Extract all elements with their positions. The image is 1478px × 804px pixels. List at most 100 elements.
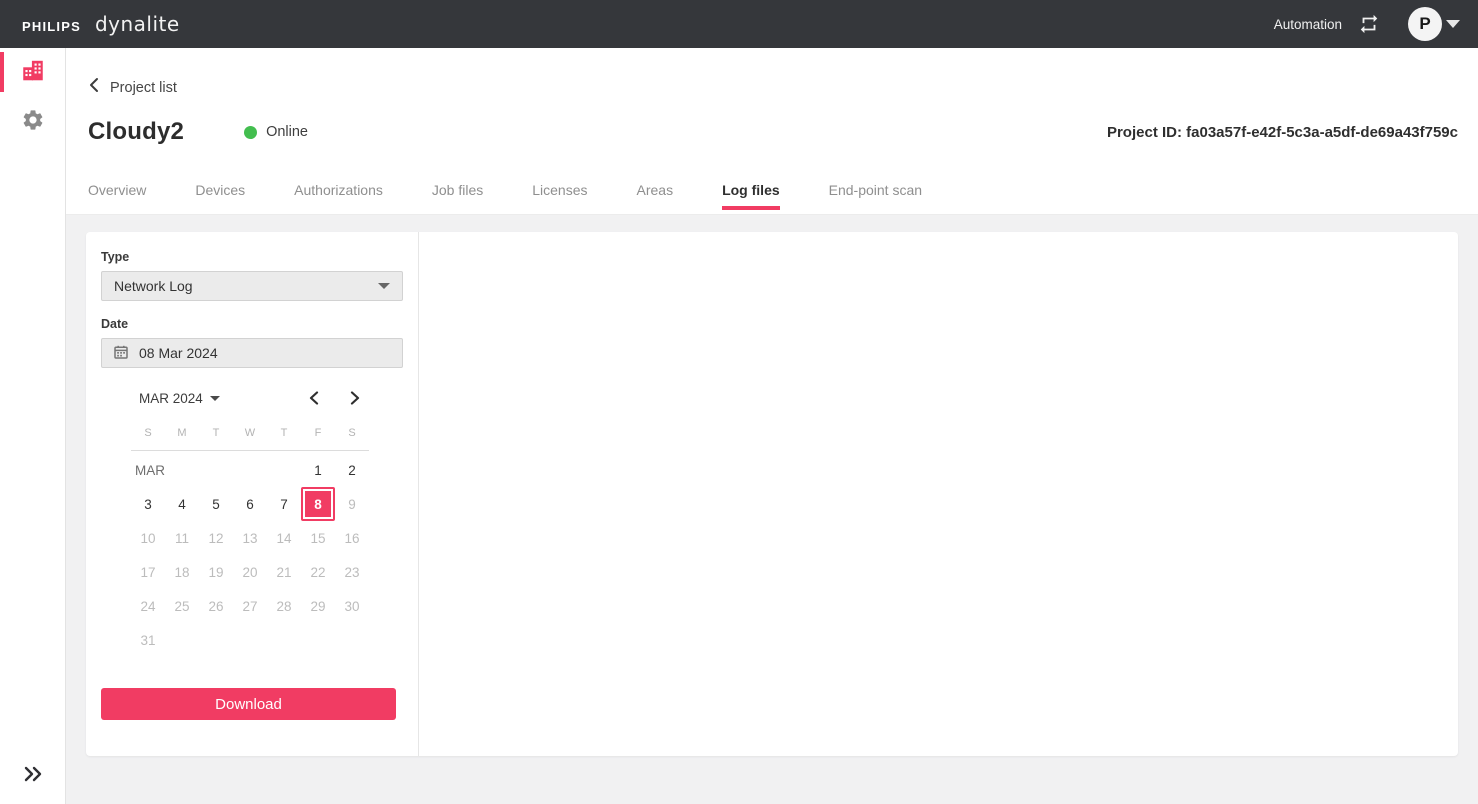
avatar[interactable]: P xyxy=(1408,7,1442,41)
calendar-divider xyxy=(131,450,369,451)
calendar-day[interactable]: 7 xyxy=(267,487,301,521)
calendar-day: 22 xyxy=(301,555,335,589)
date-value: 08 Mar 2024 xyxy=(139,345,218,361)
sidebar-expand-button[interactable] xyxy=(0,760,65,792)
chevron-down-icon xyxy=(378,283,390,289)
calendar-day: 13 xyxy=(233,521,267,555)
weekday-label: T xyxy=(199,420,233,446)
dynalite-wordmark: dynalite xyxy=(95,12,180,36)
calendar-weekday-header: S M T W T F S xyxy=(131,420,369,446)
sidebar-item-settings[interactable] xyxy=(0,98,65,146)
weekday-label: M xyxy=(165,420,199,446)
calendar-day: 10 xyxy=(131,521,165,555)
calendar-day: 9 xyxy=(335,487,369,521)
calendar-empty-cell xyxy=(165,453,199,487)
calendar-empty-cell xyxy=(233,453,267,487)
status-badge: Online xyxy=(244,124,308,140)
date-input[interactable]: 08 Mar 2024 xyxy=(101,338,403,368)
calendar-day: 16 xyxy=(335,521,369,555)
calendar-day[interactable]: 1 xyxy=(301,453,335,487)
calendar-day[interactable]: 5 xyxy=(199,487,233,521)
page-title: Cloudy2 xyxy=(88,118,184,146)
calendar-empty-cell: MAR xyxy=(131,453,165,487)
tab-licenses[interactable]: Licenses xyxy=(532,182,587,214)
date-field-label: Date xyxy=(101,317,403,331)
weekday-label: F xyxy=(301,420,335,446)
calendar-day: 15 xyxy=(301,521,335,555)
calendar-day[interactable]: 2 xyxy=(335,453,369,487)
download-button[interactable]: Download xyxy=(101,688,396,720)
calendar-day: 30 xyxy=(335,589,369,623)
calendar-day[interactable]: 4 xyxy=(165,487,199,521)
calendar-empty-cell xyxy=(267,453,301,487)
calendar-empty-cell xyxy=(199,453,233,487)
calendar-empty-cell xyxy=(267,623,301,657)
calendar-day[interactable]: 3 xyxy=(131,487,165,521)
tab-devices[interactable]: Devices xyxy=(195,182,245,214)
type-field-label: Type xyxy=(101,250,403,264)
calendar-prev-month-button[interactable] xyxy=(302,386,326,410)
tab-overview[interactable]: Overview xyxy=(88,182,146,214)
calendar-grid: MAR1234567891011121314151617181920212223… xyxy=(131,453,369,657)
repeat-icon[interactable] xyxy=(1358,13,1380,35)
chevron-down-icon[interactable] xyxy=(1446,20,1460,28)
calendar-day: 14 xyxy=(267,521,301,555)
back-link-label[interactable]: Project list xyxy=(110,80,177,96)
calendar-widget: MAR 2024 S M T W T F S xyxy=(131,382,369,657)
tab-authorizations[interactable]: Authorizations xyxy=(294,182,383,214)
calendar-empty-cell xyxy=(233,623,267,657)
log-filter-panel: Type Network Log Date 08 Mar 2 xyxy=(86,232,419,756)
brand-logo: PHILIPS dynalite xyxy=(22,12,180,36)
page-header: Project list Cloudy2 Online Project ID: … xyxy=(66,48,1478,215)
tab-areas[interactable]: Areas xyxy=(637,182,674,214)
tab-end-point-scan[interactable]: End-point scan xyxy=(829,182,922,214)
calendar-day[interactable]: 6 xyxy=(233,487,267,521)
automation-label: Automation xyxy=(1274,17,1342,32)
calendar-day: 25 xyxy=(165,589,199,623)
buildings-icon xyxy=(20,57,46,88)
online-status-label: Online xyxy=(266,124,308,140)
calendar-day: 18 xyxy=(165,555,199,589)
log-files-panel: Type Network Log Date 08 Mar 2 xyxy=(86,232,1458,756)
tab-job-files[interactable]: Job files xyxy=(432,182,483,214)
calendar-day: 27 xyxy=(233,589,267,623)
calendar-day: 21 xyxy=(267,555,301,589)
log-files-content-area xyxy=(419,232,1458,756)
calendar-day: 12 xyxy=(199,521,233,555)
calendar-empty-cell xyxy=(335,623,369,657)
topbar: PHILIPS dynalite Automation P xyxy=(0,0,1478,48)
calendar-empty-cell xyxy=(199,623,233,657)
double-chevron-right-icon xyxy=(22,764,44,789)
calendar-next-month-button[interactable] xyxy=(343,386,367,410)
online-status-dot xyxy=(244,126,257,139)
calendar-day: 17 xyxy=(131,555,165,589)
tab-bar: Overview Devices Authorizations Job file… xyxy=(88,182,922,214)
calendar-day-selected[interactable]: 8 xyxy=(301,487,335,521)
calendar-day: 28 xyxy=(267,589,301,623)
calendar-day: 31 xyxy=(131,623,165,657)
calendar-month-row-label: MAR xyxy=(135,463,165,478)
back-to-project-list[interactable]: Project list xyxy=(88,77,177,98)
project-id: Project ID: fa03a57f-e42f-5c3a-a5df-de69… xyxy=(1107,124,1458,141)
calendar-month-label: MAR 2024 xyxy=(139,391,203,406)
calendar-day: 19 xyxy=(199,555,233,589)
gear-icon xyxy=(21,108,45,137)
weekday-label: T xyxy=(267,420,301,446)
chevron-left-icon xyxy=(88,77,100,98)
sidebar-item-projects[interactable] xyxy=(0,48,65,96)
log-type-select[interactable]: Network Log xyxy=(101,271,403,301)
sidebar xyxy=(0,48,66,804)
calendar-day: 11 xyxy=(165,521,199,555)
calendar-day: 24 xyxy=(131,589,165,623)
calendar-month-selector[interactable]: MAR 2024 xyxy=(139,391,220,406)
weekday-label: S xyxy=(131,420,165,446)
weekday-label: S xyxy=(335,420,369,446)
tab-log-files[interactable]: Log files xyxy=(722,182,780,214)
user-menu[interactable]: P xyxy=(1396,7,1460,41)
philips-wordmark: PHILIPS xyxy=(22,19,81,34)
calendar-day: 26 xyxy=(199,589,233,623)
calendar-day: 29 xyxy=(301,589,335,623)
calendar-day: 23 xyxy=(335,555,369,589)
calendar-day: 20 xyxy=(233,555,267,589)
log-type-selected-value: Network Log xyxy=(114,278,193,294)
